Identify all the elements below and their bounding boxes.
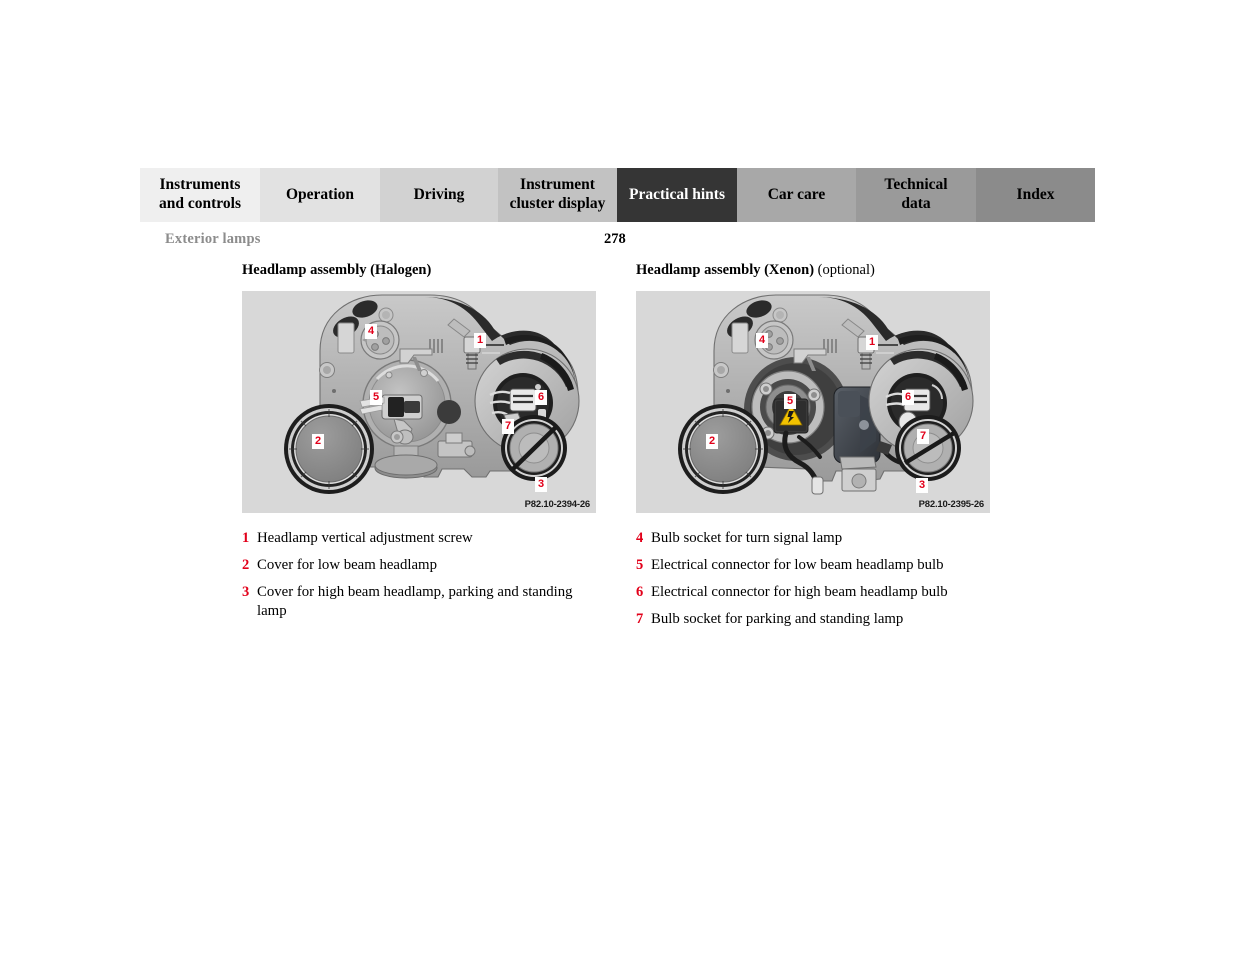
tab-label: Driving	[413, 185, 465, 203]
figure-part-number-halogen: P82.10-2394-26	[524, 499, 591, 510]
legend-item: 5 Electrical connector for low beam headl…	[636, 556, 990, 575]
tab-label: Operation	[285, 185, 355, 203]
callout-1: 1	[474, 333, 487, 348]
tab-label: Technical data	[884, 176, 948, 212]
legend-item: 6 Electrical connector for high beam head…	[636, 583, 990, 602]
legend-item: 7 Bulb socket for parking and standing la…	[636, 610, 990, 629]
legend-item: 2 Cover for low beam headlamp	[242, 556, 596, 575]
legend-item-number: 1	[242, 530, 250, 546]
column-xenon: Headlamp assembly (Xenon) (optional) 1 2…	[636, 262, 990, 637]
tab-label: Practical hints	[629, 185, 725, 203]
callout-7: 7	[502, 419, 515, 434]
legend-item-text: Bulb socket for parking and standing lam…	[651, 611, 904, 627]
figure-caption-xenon-title: Headlamp assembly (Xenon)	[636, 262, 815, 278]
tab-car-care[interactable]: Car care	[737, 168, 856, 222]
callout-1: 1	[866, 335, 879, 350]
legend-item: 1 Headlamp vertical adjustment screw	[242, 529, 596, 548]
tab-operation[interactable]: Operation	[260, 168, 380, 222]
legend-item-number: 4	[636, 530, 644, 546]
legend-item-text: Headlamp vertical adjustment screw	[257, 530, 473, 546]
legend-item-number: 7	[636, 611, 644, 627]
figure-caption-xenon: Headlamp assembly (Xenon) (optional)	[636, 262, 990, 279]
tab-instrument-cluster-display[interactable]: Instrument cluster display	[498, 168, 617, 222]
tab-instruments-and-controls[interactable]: Instruments and controls	[140, 168, 260, 222]
callout-6: 6	[535, 390, 548, 405]
callout-7: 7	[917, 429, 930, 444]
legend-item-text: Cover for high beam headlamp, parking an…	[257, 584, 573, 619]
column-halogen: Headlamp assembly (Halogen) 1 2 3 4 5 6 …	[242, 262, 596, 629]
callout-4: 4	[365, 324, 378, 339]
figure-caption-xenon-optional: (optional)	[817, 262, 875, 278]
section-tab-bar: Instruments and controls Operation Driving I…	[140, 168, 1095, 222]
legend-item-text: Bulb socket for turn signal lamp	[651, 530, 843, 546]
legend-xenon: 4 Bulb socket for turn signal lamp 5 Electr…	[636, 529, 990, 629]
callout-3: 3	[916, 478, 929, 493]
tab-technical-data[interactable]: Technical data	[856, 168, 976, 222]
tab-practical-hints[interactable]: Practical hints	[617, 168, 737, 222]
figure-caption-halogen: Headlamp assembly (Halogen)	[242, 262, 596, 279]
legend-halogen: 1 Headlamp vertical adjustment screw 2 Cove…	[242, 529, 596, 621]
legend-item-number: 5	[636, 557, 644, 573]
tab-index[interactable]: Index	[976, 168, 1095, 222]
legend-item: 3 Cover for high beam headlamp, parking a…	[242, 583, 596, 621]
legend-item-text: Electrical connector for low beam headla…	[651, 557, 944, 573]
tab-label: Instrument cluster display	[509, 176, 606, 212]
figure-caption-halogen-title: Headlamp assembly (Halogen)	[242, 262, 432, 278]
figure-part-number-xenon: P82.10-2395-26	[918, 499, 985, 510]
tab-label: Index	[1016, 185, 1055, 203]
callout-6: 6	[902, 390, 915, 405]
legend-item-number: 2	[242, 557, 250, 573]
legend-item-number: 6	[636, 584, 644, 600]
page-number: 278	[604, 231, 626, 247]
callout-4: 4	[756, 333, 769, 348]
legend-item: 4 Bulb socket for turn signal lamp	[636, 529, 990, 548]
callout-5: 5	[370, 390, 383, 405]
callout-3: 3	[535, 477, 548, 492]
tab-label: Car care	[767, 185, 826, 203]
figure-halogen-headlamp: 1 2 3 4 5 6 7 P82.10-2394-26	[242, 291, 596, 513]
callout-2: 2	[706, 434, 719, 449]
running-head: Exterior lamps	[165, 231, 261, 247]
tab-driving[interactable]: Driving	[380, 168, 498, 222]
legend-item-number: 3	[242, 584, 250, 600]
legend-item-text: Electrical connector for high beam headl…	[651, 584, 948, 600]
legend-item-text: Cover for low beam headlamp	[257, 557, 437, 573]
callout-2: 2	[312, 434, 325, 449]
callout-5: 5	[784, 394, 797, 409]
figure-xenon-headlamp: 1 2 3 4 5 6 7 P82.10-2395-26	[636, 291, 990, 513]
tab-label: Instruments and controls	[159, 176, 241, 212]
